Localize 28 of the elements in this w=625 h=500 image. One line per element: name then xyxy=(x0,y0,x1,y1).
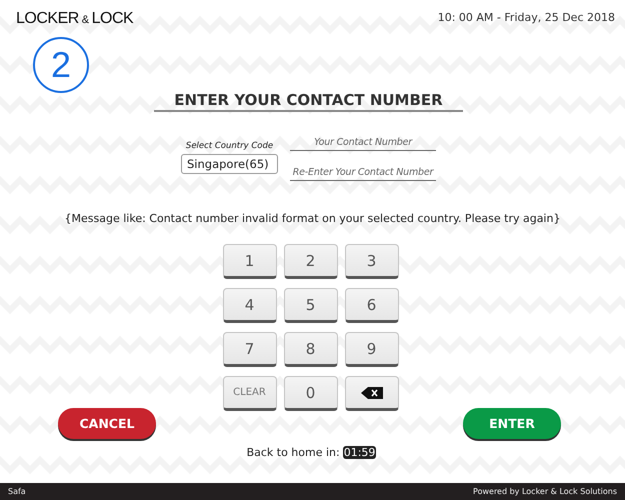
contact-number-field[interactable]: Your Contact Number xyxy=(290,134,436,151)
digit-key[interactable]: 7 xyxy=(222,332,276,367)
digit-key[interactable]: 3 xyxy=(344,244,398,279)
powered-by-text: Powered by Locker & Lock Solutions xyxy=(473,487,617,496)
digit-key[interactable]: 5 xyxy=(284,288,338,323)
digit-key[interactable]: 9 xyxy=(344,332,398,367)
digit-key[interactable]: 8 xyxy=(284,332,338,367)
backspace-key[interactable] xyxy=(344,376,398,411)
user-name: Safa xyxy=(8,487,26,496)
page-title: ENTER YOUR CONTACT NUMBER xyxy=(154,91,463,112)
digit-key[interactable]: 1 xyxy=(222,244,276,279)
logo: LOCKER & LOCK xyxy=(16,10,134,28)
countdown-label: Back to home in: xyxy=(246,446,340,459)
digit-key[interactable]: 0 xyxy=(284,376,338,411)
backspace-icon xyxy=(360,386,382,398)
cancel-button[interactable]: CANCEL xyxy=(58,408,156,439)
digit-key[interactable]: 6 xyxy=(344,288,398,323)
contact-number-field[interactable]: Re-Enter Your Contact Number xyxy=(290,164,436,181)
error-message: {Message like: Contact number invalid format on your selected country. Please try again} xyxy=(64,212,562,225)
digit-key[interactable]: 2 xyxy=(284,244,338,279)
step-number: 2 xyxy=(33,37,89,93)
clear-key[interactable]: CLEAR xyxy=(222,376,276,411)
countdown-timer: 01:59 xyxy=(342,446,376,459)
enter-button[interactable]: ENTER xyxy=(463,408,561,439)
digit-key[interactable]: 4 xyxy=(222,288,276,323)
country-code-field[interactable]: Singapore(65) xyxy=(181,154,278,174)
country-code-label: Select Country Code xyxy=(186,141,274,151)
date-time: 10: 00 AM - Friday, 25 Dec 2018 xyxy=(438,10,615,26)
